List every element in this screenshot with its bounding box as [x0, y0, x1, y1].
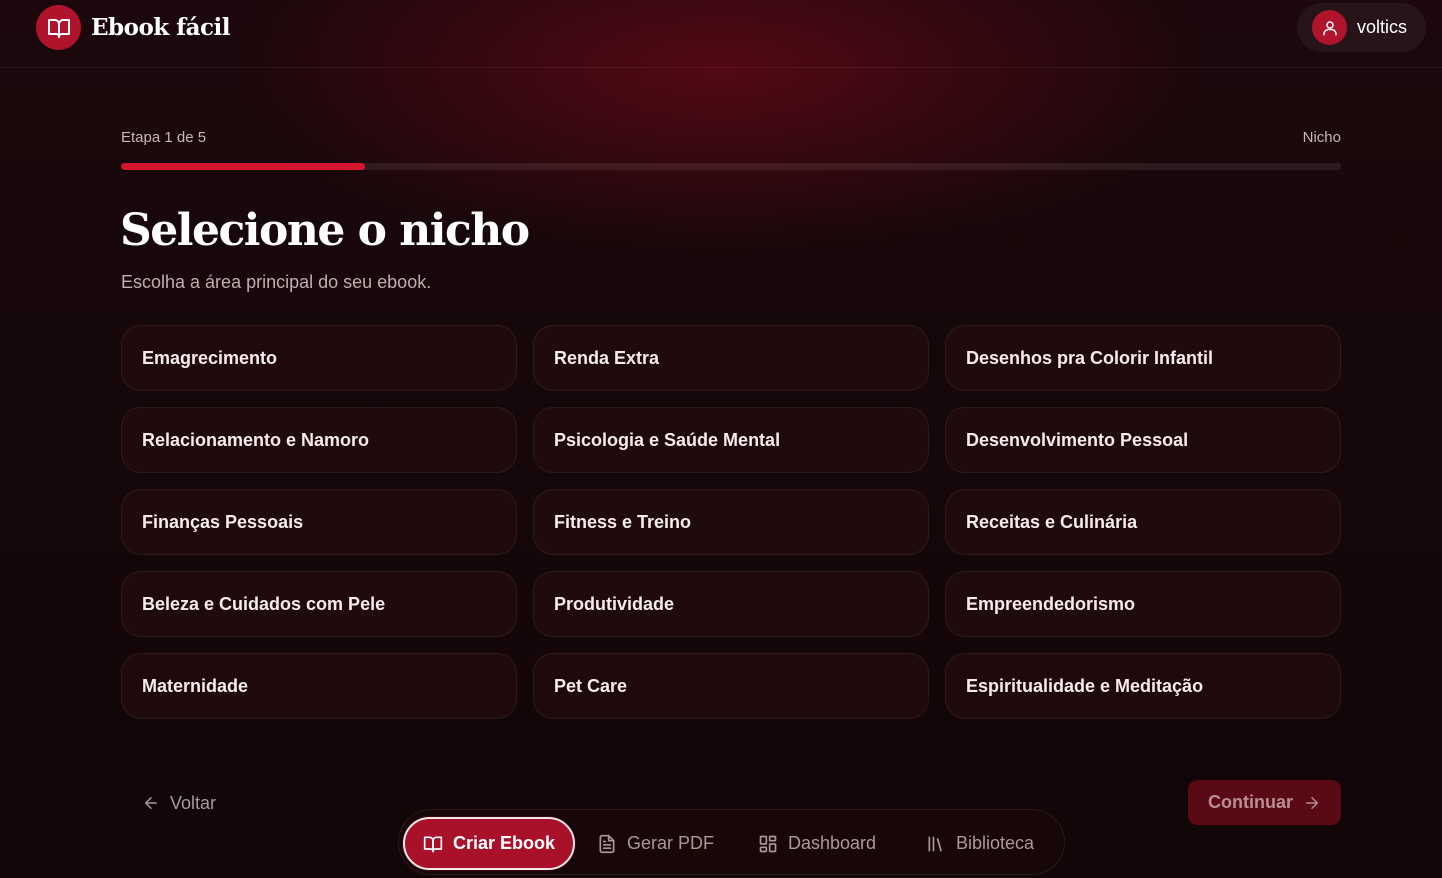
niche-option[interactable]: Desenhos pra Colorir Infantil	[945, 325, 1341, 391]
brand[interactable]: Ebook fácil	[36, 5, 231, 50]
library-icon	[926, 834, 946, 854]
continue-button[interactable]: Continuar	[1188, 780, 1341, 825]
niche-option[interactable]: Desenvolvimento Pessoal	[945, 407, 1341, 473]
nav-create-label: Criar Ebook	[452, 833, 556, 853]
layout-grid-icon	[758, 834, 778, 854]
nav-dashboard-label: Dashboard	[788, 833, 877, 853]
nav-library-label: Biblioteca	[956, 833, 1035, 853]
nav-pdf-label: Gerar PDF	[627, 833, 715, 853]
user-icon	[1312, 10, 1347, 45]
nav-generate-pdf[interactable]: Gerar PDF	[597, 817, 714, 870]
brand-name: Ebook fácil	[91, 14, 231, 41]
page-subtitle: Escolha a área principal do seu ebook.	[121, 272, 432, 292]
niche-option[interactable]: Emagrecimento	[121, 325, 517, 391]
niche-option[interactable]: Pet Care	[533, 653, 929, 719]
niche-option[interactable]: Relacionamento e Namoro	[121, 407, 517, 473]
book-open-icon	[36, 5, 81, 50]
progress-fill	[121, 163, 365, 170]
nav-library[interactable]: Biblioteca	[926, 817, 1034, 870]
user-name: voltics	[1357, 17, 1408, 37]
niche-option[interactable]: Espiritualidade e Meditação	[945, 653, 1341, 719]
niche-option[interactable]: Renda Extra	[533, 325, 929, 391]
back-label: Voltar	[170, 792, 217, 813]
niche-grid: Emagrecimento Renda Extra Desenhos pra C…	[121, 325, 1341, 719]
niche-option[interactable]: Psicologia e Saúde Mental	[533, 407, 929, 473]
niche-option[interactable]: Fitness e Treino	[533, 489, 929, 555]
file-text-icon	[597, 834, 617, 854]
niche-option[interactable]: Beleza e Cuidados com Pele	[121, 571, 517, 637]
step-name: Nicho	[1302, 129, 1341, 146]
arrow-left-icon	[142, 794, 160, 812]
user-menu-button[interactable]: voltics	[1297, 3, 1426, 52]
nav-create-ebook[interactable]: Criar Ebook	[403, 817, 575, 870]
progress-bar	[121, 163, 1341, 170]
continue-label: Continuar	[1208, 792, 1293, 812]
book-open-icon	[423, 834, 443, 854]
arrow-right-icon	[1303, 794, 1321, 812]
niche-option[interactable]: Receitas e Culinária	[945, 489, 1341, 555]
bottom-nav: Criar Ebook Gerar PDF Dashboard Bibliote…	[398, 809, 1065, 875]
niche-option[interactable]: Empreendedorismo	[945, 571, 1341, 637]
niche-option[interactable]: Produtividade	[533, 571, 929, 637]
niche-option[interactable]: Finanças Pessoais	[121, 489, 517, 555]
nav-dashboard[interactable]: Dashboard	[758, 817, 876, 870]
back-button[interactable]: Voltar	[142, 785, 216, 821]
page-title: Selecione o nicho	[120, 205, 530, 256]
top-header: Ebook fácil voltics	[0, 0, 1442, 68]
niche-option[interactable]: Maternidade	[121, 653, 517, 719]
step-label: Etapa 1 de 5	[121, 129, 207, 146]
